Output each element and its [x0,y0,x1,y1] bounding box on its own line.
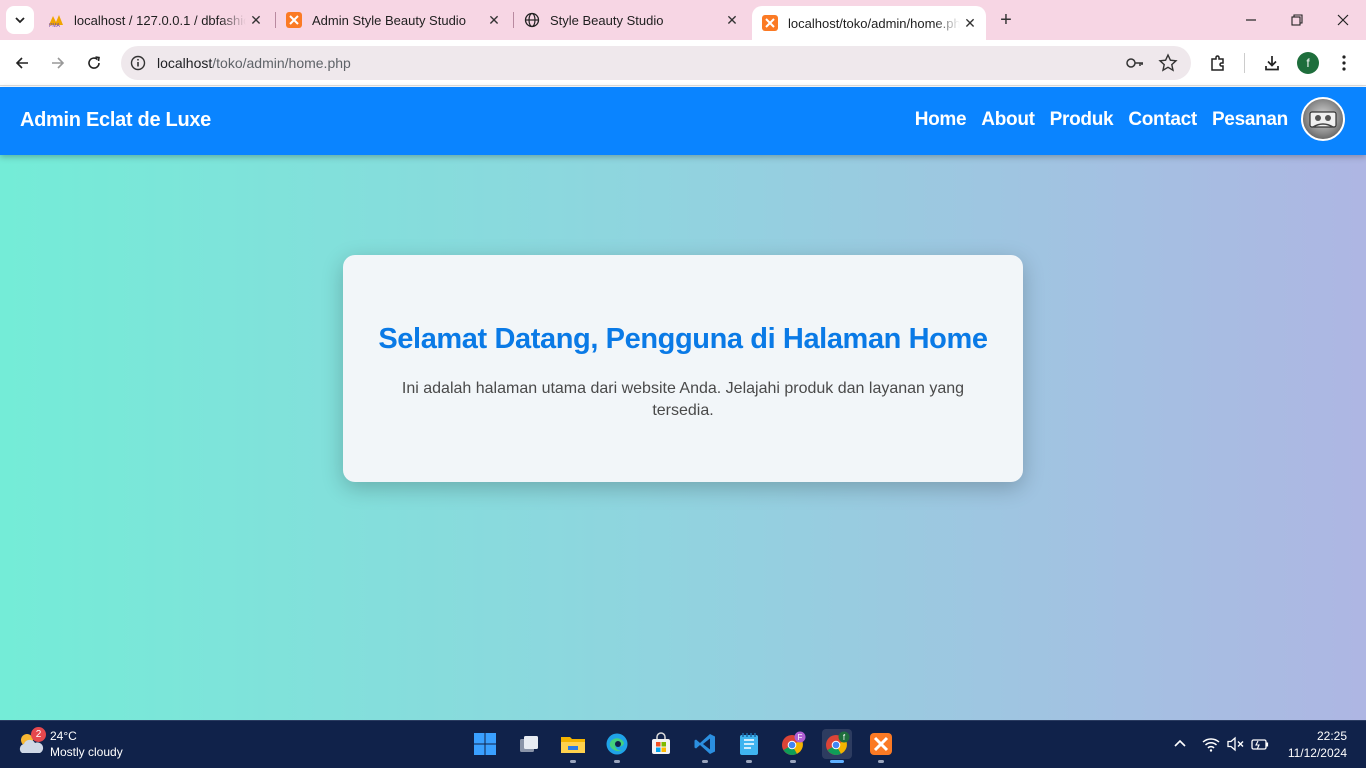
clock-time[interactable]: 22:25 [1317,729,1347,743]
edge-icon[interactable] [602,729,632,763]
restore-icon [1291,14,1303,26]
nav-produk[interactable]: Produk [1050,109,1114,131]
globe-icon [524,12,540,28]
address-bar[interactable]: localhost/toko/admin/home.php [121,46,1191,80]
forward-button[interactable] [46,51,70,75]
xampp-icon[interactable] [866,729,896,763]
running-indicator [830,760,844,763]
welcome-title: Selamat Datang, Pengguna di Halaman Home [378,323,988,355]
site-info-icon[interactable] [129,54,147,72]
extensions-button[interactable] [1206,51,1230,75]
tab-search-button[interactable] [6,6,34,34]
minimize-button[interactable] [1228,0,1274,40]
tab-title: localhost / 127.0.0.1 / dbfashion [74,12,246,28]
close-window-button[interactable] [1320,0,1366,40]
svg-text:PMA: PMA [49,23,61,27]
tab-phpmyadmin[interactable]: PMA localhost / 127.0.0.1 / dbfashion ✕ [38,0,272,40]
site-menu: Home About Produk Contact Pesanan [915,109,1289,131]
url-host: localhost [157,55,213,71]
bookmark-star-icon[interactable] [1158,53,1178,73]
wifi-icon[interactable] [1202,735,1220,753]
welcome-card: Selamat Datang, Pengguna di Halaman Home… [343,255,1023,482]
nav-about[interactable]: About [981,109,1035,131]
xampp-icon [762,15,778,31]
reload-button[interactable] [82,51,106,75]
close-icon[interactable]: ✕ [484,10,504,30]
password-key-icon[interactable] [1125,54,1145,72]
restore-button[interactable] [1274,0,1320,40]
back-button[interactable] [10,51,34,75]
weather-temp[interactable]: 24°C [50,729,77,743]
chrome-profile-badge: F [798,733,803,742]
more-vertical-icon [1342,55,1346,71]
browser-toolbar: localhost/toko/admin/home.php [0,40,1366,86]
new-tab-button[interactable]: + [994,8,1018,32]
close-icon[interactable]: ✕ [722,10,742,30]
arrow-right-icon [52,57,65,69]
vscode-icon[interactable] [690,729,720,763]
phpmyadmin-icon: PMA [48,12,64,28]
microsoft-store-icon[interactable] [646,729,676,759]
speaker-muted-icon[interactable] [1227,735,1245,753]
close-icon[interactable]: ✕ [960,13,980,33]
battery-icon[interactable] [1251,735,1269,753]
weather-badge: 2 [31,727,46,742]
tab-title: Admin Style Beauty Studio [312,12,466,28]
weather-desc[interactable]: Mostly cloudy [50,745,123,759]
file-explorer-icon[interactable] [558,729,588,763]
task-view-icon[interactable] [514,729,544,759]
page-content: Admin Eclat de Luxe Home About Produk Co… [0,87,1366,720]
nav-home[interactable]: Home [915,109,967,131]
tab-title: Style Beauty Studio [550,12,664,28]
browser-tab-strip: PMA localhost / 127.0.0.1 / dbfashion ✕ … [0,0,1366,40]
arrow-left-icon [15,57,28,69]
xampp-icon [286,12,302,28]
reload-icon [88,56,100,69]
url-text[interactable]: localhost/toko/admin/home.php [157,55,351,71]
running-indicator [878,760,884,763]
running-indicator [702,760,708,763]
nav-contact[interactable]: Contact [1128,109,1197,131]
clock-date[interactable]: 11/12/2024 [1288,746,1347,760]
notepad-icon[interactable] [734,729,764,763]
running-indicator [614,760,620,763]
welcome-text: Ini adalah halaman utama dari website An… [401,380,965,419]
tab-admin-style-beauty[interactable]: Admin Style Beauty Studio ✕ [276,0,510,40]
user-avatar[interactable] [1301,97,1345,141]
running-indicator [790,760,796,763]
windows-taskbar: 2 24°C Mostly cloudy F f 22:25 11/12/202… [0,720,1366,768]
running-indicator [746,760,752,763]
site-navbar: Admin Eclat de Luxe Home About Produk Co… [0,87,1366,155]
browser-menu-button[interactable] [1332,51,1356,75]
toolbar-divider [1244,53,1245,73]
nav-pesanan[interactable]: Pesanan [1212,109,1288,131]
tab-home-active[interactable]: localhost/toko/admin/home.php ✕ [752,6,986,40]
close-icon[interactable]: ✕ [246,10,266,30]
chevron-down-icon [15,17,25,24]
chrome-profile-icon[interactable]: F [778,729,808,763]
close-icon [1337,14,1349,26]
downloads-button[interactable] [1260,51,1284,75]
chrome-icon-active[interactable]: f [822,729,852,763]
running-indicator [570,760,576,763]
url-path: /toko/admin/home.php [212,55,351,71]
profile-avatar[interactable]: f [1297,52,1319,74]
minimize-icon [1246,19,1256,21]
puzzle-icon [1211,55,1224,71]
download-icon [1265,56,1279,71]
windows-start-icon[interactable] [470,729,500,759]
chevron-up-icon[interactable] [1171,735,1189,753]
site-brand[interactable]: Admin Eclat de Luxe [20,109,211,132]
tab-title: localhost/toko/admin/home.php [788,15,960,31]
tab-style-beauty-studio[interactable]: Style Beauty Studio ✕ [514,0,748,40]
